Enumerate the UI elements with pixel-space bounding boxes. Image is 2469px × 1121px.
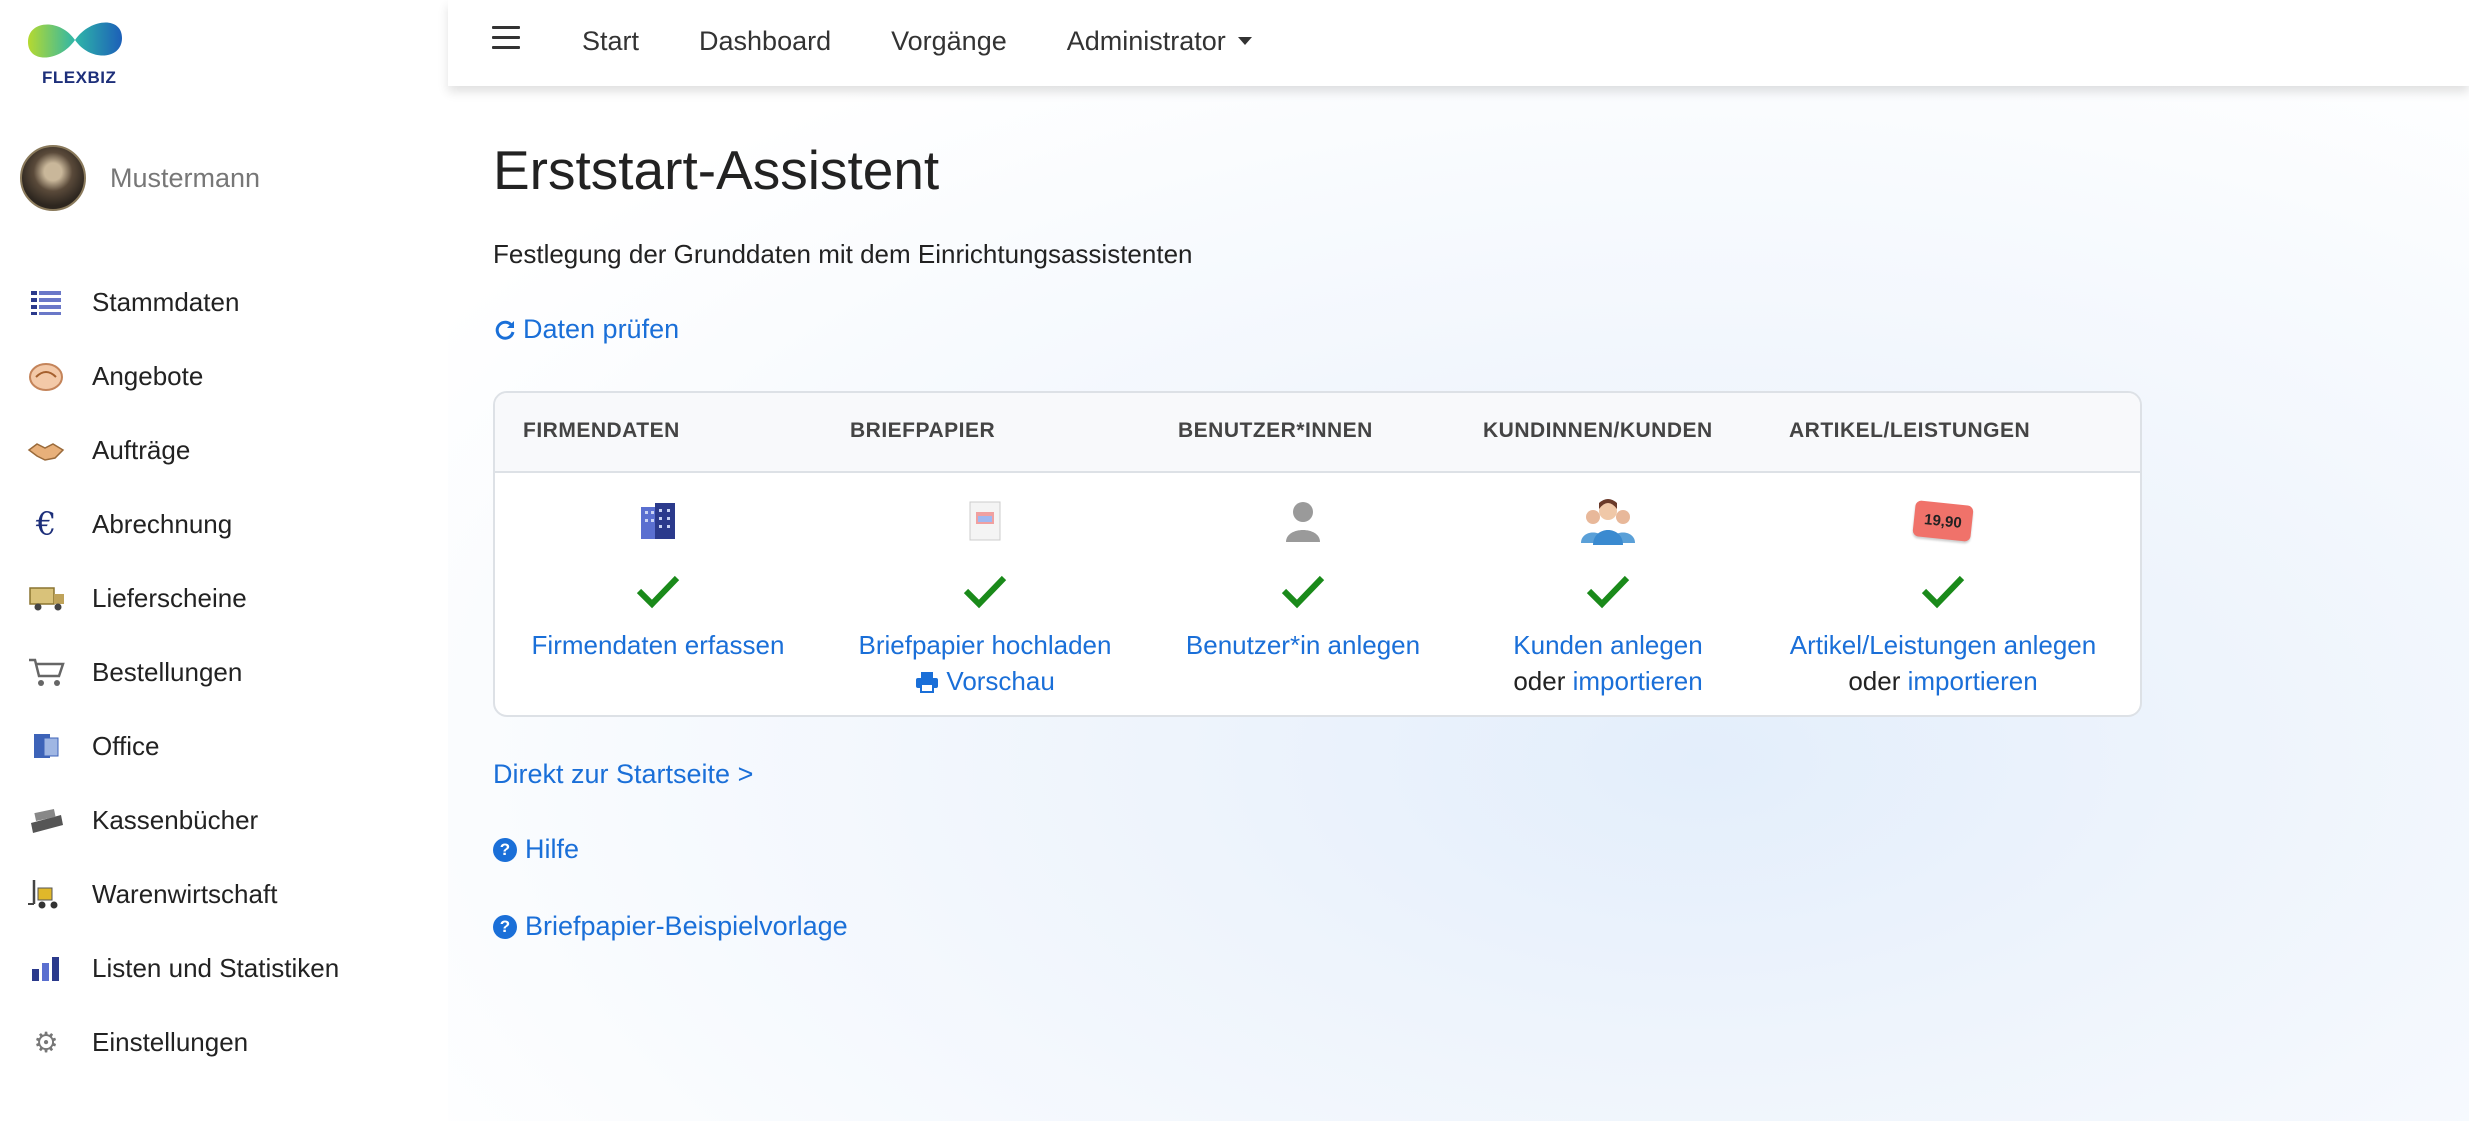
sidebar-item-label: Listen und Statistiken <box>92 952 340 983</box>
sidebar-item-warenwirtschaft[interactable]: Warenwirtschaft <box>0 857 448 931</box>
check-icon <box>513 573 803 613</box>
firmendaten-erfassen-link[interactable]: Firmendaten erfassen <box>532 630 785 660</box>
sidebar-item-label: Aufträge <box>92 434 191 465</box>
wizard-col-briefpapier: Briefpapier hochladen Vorschau <box>840 493 1130 699</box>
chevron-down-icon <box>1237 37 1252 45</box>
help-icon: ? <box>493 837 517 862</box>
sidebar-item-lieferscheine[interactable]: Lieferscheine <box>0 561 448 635</box>
wizard-col-artikel: 19,90 Artikel/Leistungen anlegen oder im… <box>1758 493 2128 699</box>
euro-icon: € <box>35 505 57 543</box>
topnav-vorgaenge[interactable]: Vorgänge <box>891 26 1007 57</box>
artikel-anlegen-link[interactable]: Artikel/Leistungen anlegen <box>1790 630 2096 660</box>
price-tag-text: 19,90 <box>1923 510 1963 532</box>
sidebar-item-einstellungen[interactable]: ⚙ Einstellungen <box>0 1005 448 1079</box>
header-kunden: KUNDINNEN/KUNDEN <box>1483 419 1713 442</box>
forklift-icon <box>26 874 66 914</box>
hamburger-menu-icon[interactable] <box>492 26 520 52</box>
hilfe-link[interactable]: ? Hilfe <box>493 834 579 865</box>
flexbiz-logo[interactable]: FLEXBIZ <box>20 12 130 92</box>
logo-mark-icon <box>28 22 122 58</box>
sidebar-nav: Stammdaten Angebote Aufträge € Abrechnun… <box>0 265 448 1079</box>
cart-icon <box>26 652 66 692</box>
artikel-importieren-link[interactable]: importieren <box>1908 666 2038 696</box>
header-benutzer: BENUTZER*INNEN <box>1178 419 1373 442</box>
kunden-anlegen-link[interactable]: Kunden anlegen <box>1513 630 1702 660</box>
help-icon: ? <box>493 914 517 939</box>
printer-icon <box>916 672 939 693</box>
truck-icon <box>26 578 66 618</box>
startseite-link[interactable]: Direkt zur Startseite > <box>493 759 753 790</box>
sidebar-item-kassenbuecher[interactable]: Kassenbücher <box>0 783 448 857</box>
sidebar-item-office[interactable]: Office <box>0 709 448 783</box>
vorschau-link[interactable]: Vorschau <box>915 666 1055 696</box>
header-firmendaten: FIRMENDATEN <box>523 419 680 442</box>
user-icon <box>1168 493 1438 549</box>
sidebar-item-label: Einstellungen <box>92 1026 249 1057</box>
wizard-col-firmendaten: Firmendaten erfassen <box>513 493 803 663</box>
main-content: Erststart-Assistent Festlegung der Grund… <box>448 86 2469 1121</box>
sidebar-item-bestellungen[interactable]: Bestellungen <box>0 635 448 709</box>
check-data-label: Daten prüfen <box>523 314 680 344</box>
price-tag-icon: 19,90 <box>1758 493 2128 549</box>
topnav-administrator-label: Administrator <box>1066 25 1226 56</box>
check-icon <box>1463 573 1753 613</box>
check-icon <box>1758 573 2128 613</box>
sidebar-item-abrechnung[interactable]: € Abrechnung <box>0 487 448 561</box>
page-title: Erststart-Assistent <box>493 139 940 201</box>
letterhead-icon <box>840 493 1130 549</box>
handshake-icon <box>26 430 66 470</box>
hilfe-label: Hilfe <box>525 834 580 864</box>
user-name: Mustermann <box>110 162 261 193</box>
wizard-col-kunden: Kunden anlegen oder importieren <box>1463 493 1753 699</box>
oder-text: oder <box>1513 666 1566 696</box>
briefpapier-hochladen-link[interactable]: Briefpapier hochladen <box>859 630 1112 660</box>
cash-register-icon <box>26 800 66 840</box>
brand-name: FLEXBIZ <box>42 68 117 87</box>
sidebar-item-label: Bestellungen <box>92 656 243 687</box>
check-data-link[interactable]: Daten prüfen <box>493 314 679 345</box>
kunden-importieren-link[interactable]: importieren <box>1573 666 1703 696</box>
user-profile[interactable]: Mustermann <box>20 145 260 211</box>
customers-icon <box>1463 493 1753 549</box>
sidebar-item-label: Office <box>92 730 160 761</box>
sidebar-item-label: Angebote <box>92 360 204 391</box>
avatar[interactable] <box>20 145 86 211</box>
check-icon <box>1168 573 1438 613</box>
building-icon <box>513 493 803 549</box>
office-icon <box>26 726 66 766</box>
bar-chart-icon <box>26 948 66 988</box>
page-subtitle: Festlegung der Grunddaten mit dem Einric… <box>493 239 1193 269</box>
sidebar: FLEXBIZ Mustermann Stammdaten Angebote A… <box>0 0 448 1121</box>
vorschau-label: Vorschau <box>946 666 1055 696</box>
topnav-dashboard[interactable]: Dashboard <box>699 26 831 57</box>
sidebar-item-angebote[interactable]: Angebote <box>0 339 448 413</box>
wizard-header: FIRMENDATEN BRIEFPAPIER BENUTZER*INNEN K… <box>495 393 2140 473</box>
top-nav: Start Dashboard Vorgänge Administrator <box>582 0 1312 82</box>
topnav-start[interactable]: Start <box>582 26 639 57</box>
sidebar-item-label: Lieferscheine <box>92 582 247 613</box>
oder-text: oder <box>1848 666 1901 696</box>
header-briefpapier: BRIEFPAPIER <box>850 419 996 442</box>
sidebar-item-label: Kassenbücher <box>92 804 259 835</box>
header-artikel: ARTIKEL/LEISTUNGEN <box>1789 419 2031 442</box>
refresh-icon <box>495 320 515 340</box>
sidebar-item-label: Warenwirtschaft <box>92 878 278 909</box>
wizard-card: FIRMENDATEN BRIEFPAPIER BENUTZER*INNEN K… <box>493 391 2142 717</box>
sidebar-item-label: Stammdaten <box>92 286 240 317</box>
list-icon <box>26 282 66 322</box>
beispielvorlage-label: Briefpapier-Beispielvorlage <box>525 911 848 941</box>
topnav-administrator[interactable]: Administrator <box>1067 26 1252 57</box>
sidebar-item-stammdaten[interactable]: Stammdaten <box>0 265 448 339</box>
sidebar-item-auftraege[interactable]: Aufträge <box>0 413 448 487</box>
check-icon <box>840 573 1130 613</box>
benutzer-anlegen-link[interactable]: Benutzer*in anlegen <box>1186 630 1420 660</box>
offer-icon <box>26 356 66 396</box>
sidebar-item-listen[interactable]: Listen und Statistiken <box>0 931 448 1005</box>
sidebar-item-label: Abrechnung <box>92 508 233 539</box>
wizard-col-benutzer: Benutzer*in anlegen <box>1168 493 1438 663</box>
gear-icon: ⚙ <box>33 1026 59 1058</box>
top-navbar: Start Dashboard Vorgänge Administrator <box>448 0 2469 86</box>
beispielvorlage-link[interactable]: ? Briefpapier-Beispielvorlage <box>493 911 848 942</box>
